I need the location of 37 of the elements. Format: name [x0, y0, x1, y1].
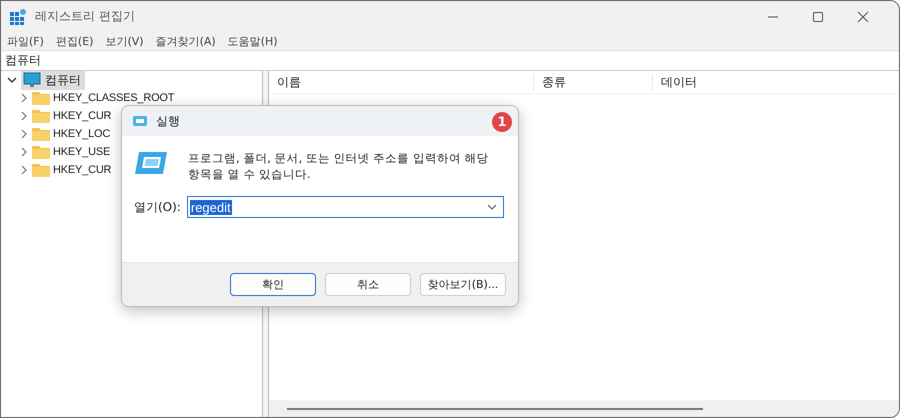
tree-item[interactable]: 컴퓨터 [21, 70, 85, 90]
folder-icon [32, 127, 50, 141]
column-header[interactable]: 데이터 [653, 74, 899, 90]
folder-icon [32, 163, 50, 177]
dialog-message: 프로그램, 폴더, 문서, 또는 인터넷 주소를 입력하여 해당 항목을 열 수 있습니다. [188, 150, 490, 182]
monitor-icon [23, 72, 41, 88]
window-title: 레지스트리 편집기 [35, 8, 135, 25]
menu-item[interactable]: 도움말(H) [228, 34, 278, 48]
tree-item[interactable]: HKEY_CUR [53, 110, 112, 122]
run-icon [134, 150, 168, 176]
menu-item[interactable]: 즐겨찾기(A) [156, 34, 216, 48]
folder-icon [32, 145, 50, 159]
folder-icon [32, 91, 50, 105]
dropdown-icon[interactable] [487, 204, 497, 210]
maximize-icon[interactable] [812, 10, 824, 22]
open-label: 열기(O): [134, 198, 181, 216]
dialog-title: 실행 [156, 112, 180, 130]
registry-icon [9, 8, 27, 26]
menu-item[interactable]: 파일(F) [7, 34, 44, 48]
dialog-button[interactable]: 확인 [230, 273, 316, 296]
column-header[interactable]: 종류 [534, 74, 653, 90]
tree-item[interactable]: HKEY_CLASSES_ROOT [53, 92, 174, 104]
menu-item[interactable]: 편집(E) [56, 34, 94, 48]
run-icon [132, 115, 148, 127]
open-field[interactable]: regedit [186, 196, 504, 218]
menu-item[interactable]: 보기(V) [105, 34, 144, 48]
dialog-button[interactable]: 찾아보기(B)... [420, 273, 506, 296]
close-icon[interactable] [857, 10, 869, 22]
folder-icon [32, 109, 50, 123]
tree-item[interactable]: HKEY_USE [53, 146, 110, 158]
scrollbar[interactable] [269, 400, 899, 417]
address-field[interactable]: 컴퓨터 [1, 50, 899, 71]
column-header[interactable]: 이름 [269, 74, 534, 90]
tree-item[interactable]: HKEY_LOC [53, 128, 110, 140]
chevron-icon[interactable] [7, 75, 17, 85]
dialog-button[interactable]: 취소 [325, 273, 411, 296]
tree-item[interactable]: HKEY_CUR [53, 164, 112, 176]
